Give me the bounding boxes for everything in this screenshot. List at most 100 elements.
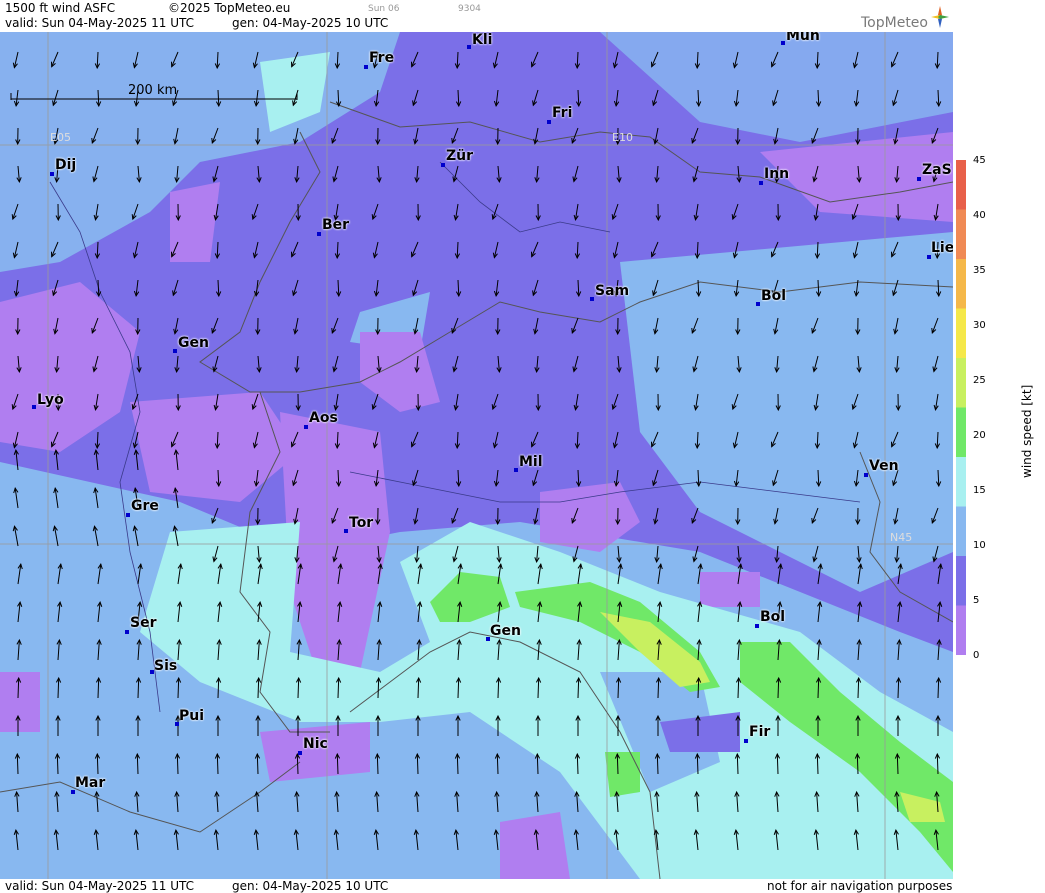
city-label[interactable]: Gen [490, 623, 521, 639]
disclaimer: not for air navigation purposes [767, 879, 953, 893]
wind-arrow [136, 753, 139, 775]
wind-arrow [57, 677, 60, 699]
city-marker [304, 425, 308, 429]
city-label[interactable]: Sis [154, 658, 177, 674]
legend-color-bar [956, 160, 966, 655]
wind-arrow [217, 677, 220, 699]
city-marker [126, 513, 130, 517]
wind-arrow [337, 677, 340, 699]
wind-arrow [857, 677, 860, 699]
city-label[interactable]: Inn [764, 166, 789, 182]
topmeteo-logo[interactable]: TopMeteo [861, 4, 953, 31]
wind-arrow [576, 753, 579, 775]
wind-arrow [257, 677, 260, 699]
city-label[interactable]: Ber [322, 217, 349, 233]
scale-bar: 200 km [10, 83, 298, 101]
city-marker [364, 65, 368, 69]
legend-tick: 45 [973, 155, 986, 166]
wind-map[interactable]: 200 km E05 E10 N45 Kli Mün Fre Fri Dij Z… [0, 32, 953, 879]
wind-arrow [536, 753, 539, 775]
map-footer: valid: Sun 04-May-2025 11 UTC gen: 04-Ma… [0, 879, 1045, 893]
city-label[interactable]: Gre [131, 498, 159, 514]
wind-arrow [96, 753, 99, 775]
city-label[interactable]: Kli [472, 32, 492, 48]
city-marker [590, 297, 594, 301]
footer-generated-time: gen: 04-May-2025 10 UTC [232, 879, 389, 893]
wind-arrow [657, 677, 660, 699]
wind-arrow [936, 753, 939, 775]
city-label[interactable]: Lyo [37, 392, 64, 408]
nav-code[interactable]: 9304 [458, 4, 481, 14]
city-label[interactable]: Mün [786, 32, 820, 44]
wind-arrow [17, 677, 20, 699]
wind-arrow [856, 753, 859, 775]
legend-color-step [956, 259, 966, 309]
legend-tick: 0 [973, 650, 980, 661]
city-label[interactable]: Ser [130, 615, 156, 631]
city-marker [781, 41, 785, 45]
city-label[interactable]: Aos [309, 410, 338, 426]
valid-time: valid: Sun 04-May-2025 11 UTC [5, 16, 194, 30]
wind-arrow [577, 677, 580, 699]
city-label[interactable]: Mil [519, 454, 543, 470]
wind-arrow [376, 753, 379, 775]
city-marker [514, 468, 518, 472]
city-label[interactable]: Fri [552, 105, 572, 121]
legend-tick: 10 [973, 540, 986, 551]
city-label[interactable]: ZaS [922, 162, 952, 178]
wind-arrow [897, 677, 900, 699]
copyright: ©2025 TopMeteo.eu [168, 1, 291, 15]
city-label[interactable]: Pui [179, 708, 204, 724]
grid-label-n45: N45 [890, 531, 913, 544]
city-marker [317, 232, 321, 236]
legend-color-step [956, 308, 966, 359]
legend-color-step [956, 605, 966, 655]
wind-arrow [776, 753, 779, 775]
logo-text: TopMeteo [861, 15, 928, 31]
city-label[interactable]: Zür [446, 148, 473, 164]
city-label[interactable]: Tor [349, 515, 373, 531]
wind-arrow [56, 753, 59, 775]
wind-arrow [216, 753, 219, 775]
city-label[interactable]: Ven [869, 458, 899, 474]
wind-arrow [416, 753, 419, 775]
city-marker [50, 172, 54, 176]
city-marker [864, 473, 868, 477]
city-label[interactable]: Lie [931, 240, 953, 256]
city-marker [344, 529, 348, 533]
wind-arrow [16, 753, 19, 775]
legend-color-step [956, 209, 966, 260]
nav-day[interactable]: Sun 06 [368, 4, 399, 14]
city-marker [917, 177, 921, 181]
wind-arrow [97, 677, 100, 699]
wind-arrow [377, 677, 380, 699]
scale-label: 200 km [128, 83, 178, 98]
wind-arrow [777, 677, 780, 699]
legend-tick: 5 [973, 595, 980, 606]
city-label[interactable]: Dij [55, 157, 76, 173]
city-marker [467, 45, 471, 49]
product-title: 1500 ft wind ASFC [5, 1, 116, 15]
wind-arrow [336, 753, 339, 775]
city-marker [547, 120, 551, 124]
wind-arrow [736, 753, 739, 775]
city-label[interactable]: Fir [749, 724, 770, 740]
wind-arrow [456, 753, 459, 775]
footer-valid-time: valid: Sun 04-May-2025 11 UTC [5, 879, 194, 893]
city-label[interactable]: Sam [595, 283, 629, 299]
city-marker [173, 349, 177, 353]
city-label[interactable]: Bol [760, 609, 785, 625]
compass-icon [931, 6, 949, 28]
wind-arrow [937, 677, 940, 699]
city-label[interactable]: Fre [369, 50, 394, 66]
wind-arrow [656, 753, 659, 775]
legend-color-step [956, 556, 966, 606]
city-label[interactable]: Bol [761, 288, 786, 304]
city-label[interactable]: Nic [303, 736, 328, 752]
wind-arrow [816, 753, 819, 775]
wind-arrow [497, 677, 500, 699]
legend-color-step [956, 506, 966, 557]
city-label[interactable]: Gen [178, 335, 209, 351]
wind-arrow [496, 753, 499, 775]
city-label[interactable]: Mar [75, 775, 105, 791]
